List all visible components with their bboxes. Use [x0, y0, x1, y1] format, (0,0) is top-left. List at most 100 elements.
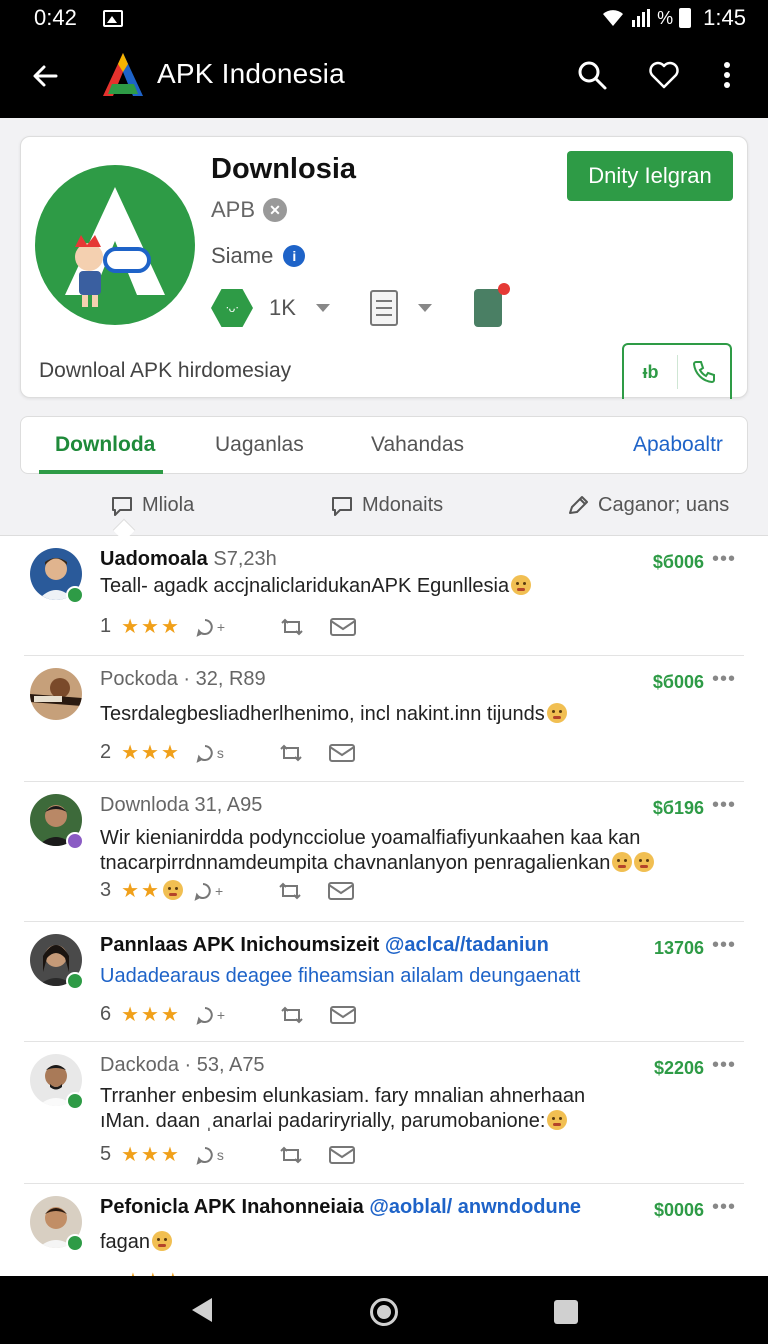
- avatar-image: [30, 668, 82, 720]
- post-mention[interactable]: @aclca//tadaniun: [385, 934, 549, 956]
- rating-stars-icon: ★★★: [121, 1144, 181, 1166]
- post-actions: 3 ★★ +: [100, 878, 355, 903]
- post-actions: 2 ★★★ s: [100, 740, 356, 765]
- post-author[interactable]: Uadomoala: [100, 548, 208, 570]
- sub-tab-bar: Mliola Mdonaits Caganor; uans: [0, 476, 768, 542]
- repost-icon: [281, 1006, 303, 1023]
- avatar[interactable]: [30, 668, 82, 720]
- message-button[interactable]: [328, 742, 356, 764]
- rating-stars-icon: ★★★: [121, 616, 181, 638]
- tab-apaboaltr[interactable]: Apaboaltr: [633, 433, 723, 457]
- more-horizontal-icon[interactable]: •••: [712, 548, 736, 571]
- subtab-caganor[interactable]: Caganor; uans: [566, 494, 729, 517]
- chevron-down-icon[interactable]: [417, 304, 432, 312]
- review-post[interactable]: Downloda 31, A95 Wir kienianirdda podync…: [24, 782, 744, 922]
- message-button[interactable]: [328, 1144, 356, 1166]
- status-time-left: 0:42: [34, 5, 77, 30]
- rating-value: 6: [100, 1003, 112, 1025]
- nav-home-icon[interactable]: [370, 1298, 398, 1326]
- post-price: 13706: [653, 938, 704, 958]
- active-tab-indicator: [39, 470, 163, 474]
- back-arrow-icon[interactable]: [26, 56, 66, 96]
- review-post[interactable]: Pockoda · 32, R89 Tesrdalegbesliadherlhe…: [24, 656, 744, 782]
- post-body: fagan: [100, 1230, 710, 1255]
- wifi-icon: [603, 10, 624, 26]
- post-body: Teall- agadk accjnaliclaridukanAPK Egunl…: [100, 574, 710, 599]
- repost-button[interactable]: [278, 1144, 304, 1166]
- search-icon[interactable]: [575, 58, 609, 92]
- post-text-line: tnacarpirrdnnamdeumpita chavnanlanyon pe…: [100, 852, 611, 874]
- post-author[interactable]: Pefonicla APK Inahonneiaia: [100, 1196, 364, 1218]
- post-author[interactable]: Dackoda: [100, 1054, 179, 1076]
- message-button[interactable]: [327, 880, 355, 902]
- tab-downloda[interactable]: Downloda: [55, 433, 155, 457]
- app-icon[interactable]: [35, 165, 195, 325]
- close-badge-icon[interactable]: ✕: [263, 198, 288, 222]
- post-mention[interactable]: @aoblal/ anwndodune: [369, 1196, 581, 1218]
- action-text-button[interactable]: ᵻb: [624, 355, 678, 389]
- comment-icon: [196, 1146, 213, 1165]
- mail-icon: [328, 743, 355, 762]
- post-author[interactable]: Downloda: [100, 794, 189, 816]
- post-text-line[interactable]: Uadadearaus deagee fiheamsian ailalam de…: [100, 965, 580, 987]
- phone-notification-icon[interactable]: [473, 283, 510, 327]
- more-horizontal-icon[interactable]: •••: [712, 794, 736, 817]
- message-button[interactable]: [329, 616, 357, 638]
- post-actions: 5 ★★★ s: [100, 1142, 356, 1167]
- post-author[interactable]: Pannlaas APK Inichoumsizeit: [100, 934, 379, 956]
- post-price: $б196: [652, 798, 704, 818]
- post-author[interactable]: Pockoda: [100, 668, 178, 690]
- sunglasses-emoji-icon: [612, 852, 633, 872]
- tab-uaganlas[interactable]: Uaganlas: [215, 433, 304, 457]
- subtab-mliola[interactable]: Mliola: [110, 494, 194, 517]
- repost-icon: [280, 744, 302, 761]
- review-post[interactable]: Dackoda · 53, A75 Trranher enbesim elunk…: [24, 1042, 744, 1184]
- review-post[interactable]: Pefonicla APK Inahonneiaia @aoblal/ anwn…: [24, 1184, 744, 1276]
- nav-back-icon[interactable]: [192, 1298, 212, 1322]
- comment-count: s: [216, 1146, 224, 1163]
- post-header: Pefonicla APK Inahonneiaia @aoblal/ anwn…: [100, 1196, 581, 1219]
- review-post[interactable]: Pannlaas APK Inichoumsizeit @aclca//tada…: [24, 922, 744, 1042]
- tab-bar: Downloda Uaganlas Vahandas Apaboaltr: [20, 416, 748, 474]
- comment-icon: [112, 496, 132, 516]
- subtab-mdonaits[interactable]: Mdonaits: [330, 494, 443, 517]
- more-horizontal-icon[interactable]: •••: [712, 1196, 736, 1219]
- favorite-heart-icon[interactable]: [647, 58, 681, 92]
- post-body: Uadadearaus deagee fiheamsian ailalam de…: [100, 964, 710, 989]
- review-post[interactable]: Uadomoala S7,23h Teall- agadk accjnalicl…: [24, 536, 744, 656]
- face-emoji-icon: [162, 880, 183, 900]
- comment-button[interactable]: +: [195, 617, 225, 637]
- post-body: Trranher enbesim elunkasiam. fary mnalia…: [100, 1084, 710, 1134]
- post-text-line-wrap: tnacarpirrdnnamdeumpita chavnanlanyon pe…: [100, 851, 710, 876]
- nav-recents-icon[interactable]: [554, 1300, 578, 1324]
- post-header: Dackoda · 53, A75: [100, 1054, 265, 1077]
- more-vertical-icon[interactable]: [710, 58, 744, 92]
- more-horizontal-icon[interactable]: •••: [712, 934, 736, 957]
- app-icon-graphic: [65, 187, 165, 307]
- comment-button[interactable]: +: [193, 881, 223, 901]
- mail-icon: [330, 1005, 357, 1024]
- repost-button[interactable]: [277, 880, 303, 902]
- rating-stars-icon: ★★: [121, 878, 183, 903]
- repost-button[interactable]: [279, 1004, 305, 1026]
- info-icon[interactable]: i: [283, 245, 306, 267]
- install-button[interactable]: Dnity Ielgran: [567, 151, 733, 201]
- comment-button[interactable]: +: [195, 1005, 225, 1025]
- tab-vahandas[interactable]: Vahandas: [371, 433, 464, 457]
- message-button[interactable]: [329, 1004, 357, 1026]
- repost-button[interactable]: [279, 616, 305, 638]
- status-icons: %: [601, 8, 692, 29]
- comment-button[interactable]: s: [195, 743, 224, 763]
- more-horizontal-icon[interactable]: •••: [712, 668, 736, 691]
- post-meta: 31, A95: [194, 794, 263, 816]
- post-text-line: Teall- agadk accjnaliclaridukanAPK Egunl…: [100, 575, 510, 597]
- review-feed[interactable]: Uadomoala S7,23h Teall- agadk accjnalicl…: [0, 536, 768, 1276]
- document-icon[interactable]: [369, 290, 398, 326]
- comment-button[interactable]: s: [195, 1145, 224, 1165]
- chevron-down-icon[interactable]: [315, 304, 330, 312]
- more-horizontal-icon[interactable]: •••: [712, 1054, 736, 1077]
- call-action-button[interactable]: [678, 359, 730, 385]
- post-actions: 6 ★★★ +: [100, 1002, 357, 1027]
- repost-button[interactable]: [278, 742, 304, 764]
- edit-pencil-icon: [569, 495, 588, 514]
